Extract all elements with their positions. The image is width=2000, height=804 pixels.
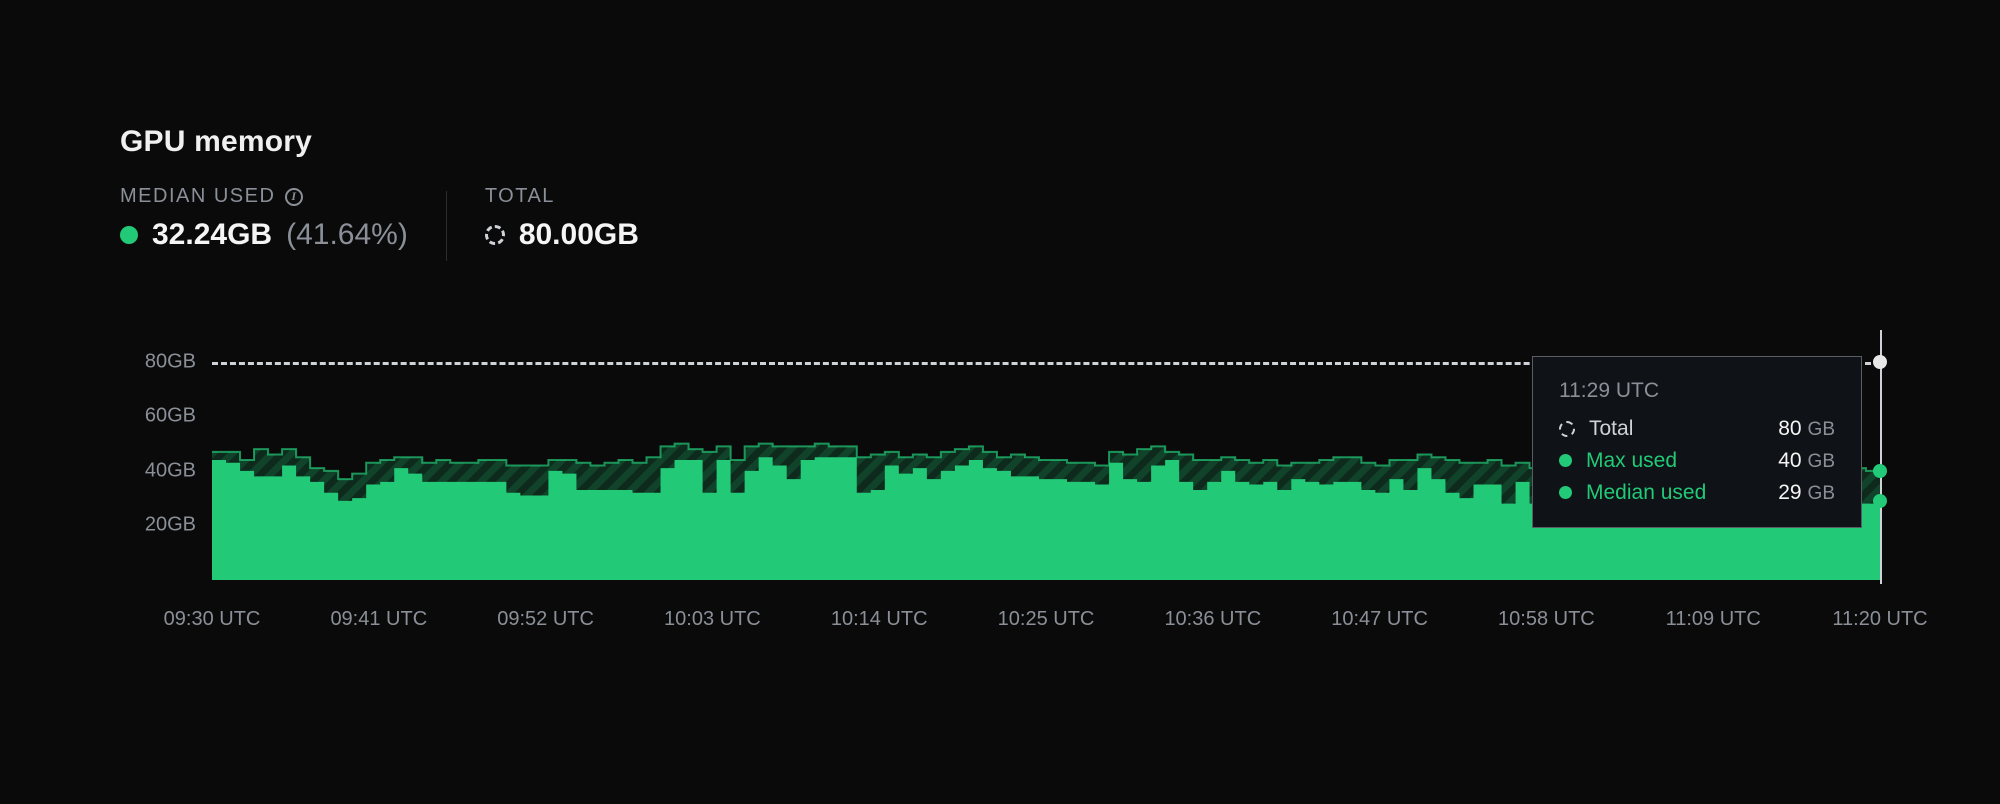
stat-median-used-percent: (41.64%)	[286, 218, 408, 252]
x-tick: 09:52 UTC	[497, 608, 594, 631]
tooltip-max-unit: GB	[1808, 451, 1835, 473]
tooltip-time: 11:29 UTC	[1559, 379, 1835, 403]
stat-median-used-label: MEDIAN USED	[120, 185, 275, 208]
x-tick: 10:25 UTC	[998, 608, 1095, 631]
legend-dot-icon	[1559, 486, 1572, 499]
x-tick: 10:58 UTC	[1498, 608, 1595, 631]
y-tick: 60GB	[145, 405, 196, 428]
y-axis: 20GB 40GB 60GB 80GB	[120, 340, 208, 580]
tooltip-max-label: Max used	[1586, 449, 1677, 473]
x-tick: 10:36 UTC	[1164, 608, 1261, 631]
stat-median-used: MEDIAN USED 32.24GB (41.64%)	[120, 185, 408, 252]
x-tick: 10:14 UTC	[831, 608, 928, 631]
cursor-dot-total	[1873, 355, 1887, 369]
stat-median-used-value: 32.24GB	[152, 218, 272, 252]
stat-total-value: 80.00GB	[519, 218, 639, 252]
stat-total-label: TOTAL	[485, 185, 639, 208]
legend-dot-icon	[120, 226, 138, 244]
chart-title: GPU memory	[120, 125, 1880, 159]
y-tick: 40GB	[145, 459, 196, 482]
tooltip-median-unit: GB	[1808, 483, 1835, 505]
stat-median-used-value-row: 32.24GB (41.64%)	[120, 218, 408, 252]
stats-row: MEDIAN USED 32.24GB (41.64%) TOTAL 80.00…	[120, 185, 1880, 261]
stat-total-value-row: 80.00GB	[485, 218, 639, 252]
plot-region[interactable]: 11:29 UTC Total 80 GB Max used 40	[212, 340, 1880, 580]
cursor-dot-median	[1873, 494, 1887, 508]
chart-area[interactable]: 20GB40GB60GB80GB 11:29 UTC Total 80 GB	[120, 340, 1880, 636]
y-tick: 20GB	[145, 514, 196, 537]
tooltip-max-value: 40	[1778, 449, 1801, 473]
x-tick: 11:20 UTC	[1832, 608, 1927, 631]
stat-separator	[446, 191, 447, 261]
tooltip-total-label: Total	[1589, 417, 1633, 441]
tooltip-total-value: 80	[1778, 417, 1801, 441]
dashed-circle-icon	[1559, 421, 1575, 437]
stat-median-used-label-row: MEDIAN USED	[120, 185, 408, 208]
x-tick: 09:30 UTC	[164, 608, 261, 631]
x-tick: 10:03 UTC	[664, 608, 761, 631]
x-axis: 09:30 UTC09:41 UTC09:52 UTC10:03 UTC10:1…	[212, 596, 1880, 636]
tooltip-median-value: 29	[1778, 481, 1801, 505]
tooltip-total-unit: GB	[1808, 419, 1835, 441]
chart-tooltip: 11:29 UTC Total 80 GB Max used 40	[1532, 356, 1862, 528]
tooltip-row-median: Median used 29 GB	[1559, 481, 1835, 505]
x-tick: 11:09 UTC	[1666, 608, 1761, 631]
legend-dot-icon	[1559, 454, 1572, 467]
x-tick: 09:41 UTC	[330, 608, 427, 631]
cursor-dot-max	[1873, 464, 1887, 478]
dashed-circle-icon	[485, 225, 505, 245]
x-tick: 10:47 UTC	[1331, 608, 1428, 631]
tooltip-row-max: Max used 40 GB	[1559, 449, 1835, 473]
y-tick: 80GB	[145, 350, 196, 373]
tooltip-median-label: Median used	[1586, 481, 1706, 505]
stat-total: TOTAL 80.00GB	[485, 185, 639, 252]
info-icon[interactable]	[285, 188, 303, 206]
tooltip-row-total: Total 80 GB	[1559, 417, 1835, 441]
